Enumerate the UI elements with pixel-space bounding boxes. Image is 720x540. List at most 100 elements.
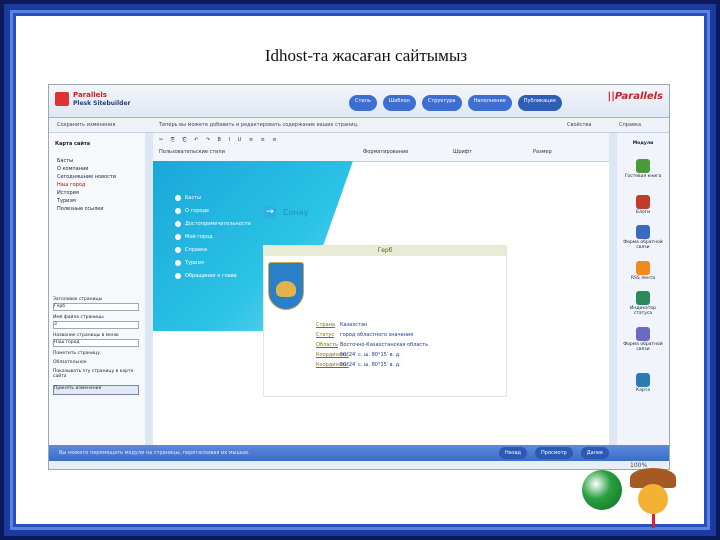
logo-mark-icon	[55, 92, 69, 106]
bullet-icon	[175, 233, 181, 240]
right-collapse-tab[interactable]	[609, 133, 617, 445]
slide: Idhost-та жасаған сайтымыз Parallels Ple…	[4, 4, 716, 536]
info-table: Страна Казахстан Статус город областного з…	[316, 322, 470, 372]
apply-changes-button[interactable]: Принять изменения	[53, 385, 139, 395]
rss-icon	[636, 261, 650, 275]
bullet-icon	[175, 194, 181, 201]
tree-item[interactable]: Полезные ссылки	[57, 205, 116, 213]
required-checkbox[interactable]: Обязательное	[53, 360, 139, 365]
site-nav-item: Туризм	[175, 256, 251, 269]
back-button[interactable]: Назад	[499, 447, 528, 459]
tree-item[interactable]: Туризм	[57, 197, 116, 205]
save-changes-button[interactable]: Сохранить изменения	[57, 122, 115, 128]
bullet-icon	[175, 272, 181, 279]
form-icon	[636, 327, 650, 341]
show-in-sitemap-checkbox[interactable]: Показывать эту страницу в карте сайта	[53, 369, 139, 379]
arrow-right-icon: →	[263, 205, 277, 219]
properties-button[interactable]: Свойства	[567, 122, 591, 128]
wizard-steps: Стиль Шаблон Структура Наполнение Публик…	[349, 95, 562, 111]
globe-icon	[582, 470, 622, 510]
page-properties: Заголовок страницы Герб Имя файла страни…	[53, 293, 139, 395]
preview-button[interactable]: Просмотр	[535, 447, 573, 459]
logo-line2: Plesk Sitebuilder	[73, 100, 131, 107]
status-text: Вы можете перемещать модули на страницы,…	[59, 450, 250, 456]
parallels-brand: ||Parallels	[607, 91, 663, 102]
blog-icon	[636, 195, 650, 209]
menu-name-label: Название страницы в меню	[53, 333, 119, 338]
info-row: Координаты 50°24′ с. ш. 80°15′ в. д.	[316, 352, 401, 358]
sitebuilder-screenshot: Parallels Plesk Sitebuilder Стиль Шаблон…	[48, 84, 670, 470]
character-leg	[652, 514, 655, 528]
step-template[interactable]: Шаблон	[382, 95, 416, 111]
site-nav-item: Обращение к главе	[175, 269, 251, 282]
tree-item-selected[interactable]: Наш город	[57, 181, 116, 189]
map-icon	[636, 373, 650, 387]
step-style[interactable]: Стиль	[349, 95, 377, 111]
next-button[interactable]: Далее	[580, 447, 610, 459]
size-select[interactable]: Размер	[533, 149, 552, 155]
tree-item[interactable]: Басты	[57, 157, 116, 165]
step-publish[interactable]: Публикация	[517, 95, 562, 111]
info-row: Область Восточно-Казахстанская область	[316, 342, 429, 348]
guestbook-icon	[636, 159, 650, 173]
module-rss[interactable]: RSS лента	[621, 261, 665, 281]
info-row: Страна Казахстан	[316, 322, 368, 328]
page-file-label: Имя файла страницы	[53, 315, 104, 320]
bullet-icon	[175, 207, 181, 214]
slide-title: Idhost-та жасаған сайтымыз	[264, 46, 468, 65]
site-nav-item: Справка	[175, 243, 251, 256]
site-nav-item: Мой город	[175, 230, 251, 243]
editor-toolbar: Пользовательские стили Форматирование Шр…	[153, 133, 609, 162]
page-editor: Пользовательские стили Форматирование Шр…	[153, 133, 609, 445]
camel-icon	[276, 281, 296, 297]
styles-select[interactable]: Пользовательские стили	[159, 149, 225, 155]
status-icon	[636, 291, 650, 305]
format-buttons[interactable]: ✂ ⎘ ⎗ ↶ ↷ B I U ≡ ≡ ≡	[159, 137, 280, 143]
step-structure[interactable]: Структура	[421, 95, 462, 111]
page-heading: → Сонау	[263, 205, 308, 219]
site-nav-item: Достопримечательности	[175, 217, 251, 230]
toolbar-hint: Теперь вы можете добавить и редактироват…	[159, 122, 359, 128]
info-row: Координаты 50°24′ с. ш. 80°15′ в. д.	[316, 362, 401, 368]
site-nav-item: Басты	[175, 191, 251, 204]
gerb-title: Герб	[264, 246, 506, 256]
logo-line1: Parallels	[73, 91, 107, 99]
left-collapse-tab[interactable]	[145, 133, 153, 445]
help-button[interactable]: Справка	[619, 122, 641, 128]
tree-item[interactable]: Сегодняшние новости	[57, 173, 116, 181]
page-heading-text: Сонау	[283, 207, 309, 217]
page-title-label: Заголовок страницы	[53, 297, 103, 302]
bottom-bar: Вы можете перемещать модули на страницы,…	[49, 445, 669, 461]
menu-name-input[interactable]: Наш город	[53, 339, 139, 347]
site-nav: Басты О городе Достопримечательности Мой…	[175, 191, 251, 282]
step-content[interactable]: Наполнение	[467, 95, 512, 111]
sitemap-tree: Басты О компании Сегодняшние новости Наш…	[57, 157, 116, 213]
bullet-icon	[175, 246, 181, 253]
page-title-input[interactable]: Герб	[53, 303, 139, 311]
site-nav-item: О городе	[175, 204, 251, 217]
tree-item[interactable]: О компании	[57, 165, 116, 173]
tree-item[interactable]: История	[57, 189, 116, 197]
module-map[interactable]: Карта	[621, 373, 665, 393]
top-bar: Parallels Plesk Sitebuilder Стиль Шаблон…	[49, 85, 669, 118]
module-form[interactable]: Форма обратной связи	[621, 327, 665, 352]
font-select[interactable]: Шрифт	[453, 149, 472, 155]
app-toolbar: Сохранить изменения Теперь вы можете доб…	[49, 118, 669, 133]
module-status[interactable]: Индикатор статуса	[621, 291, 665, 316]
format-select[interactable]: Форматирование	[363, 149, 408, 155]
coat-of-arms-block: Герб Страна Казахстан Статус город областн…	[263, 245, 507, 397]
sitemap-title: Карта сайта	[55, 141, 91, 147]
parallels-logo: Parallels Plesk Sitebuilder	[55, 89, 135, 113]
modules-panel: Модули Гостевая книга Блоги Форма обратн…	[617, 133, 669, 445]
info-row: Статус город областного значения	[316, 332, 414, 338]
mark-page-label: Пометить страницу	[53, 351, 100, 356]
module-guestbook[interactable]: Гостевая книга	[621, 159, 665, 179]
coat-of-arms-image	[268, 262, 304, 310]
module-blog[interactable]: Блоги	[621, 195, 665, 215]
modules-title: Модули	[632, 141, 654, 146]
nav-buttons: Назад Просмотр Далее	[499, 447, 610, 459]
bullet-icon	[175, 259, 181, 266]
module-feedback[interactable]: Форма обратной связи	[621, 225, 665, 250]
page-file-input[interactable]: 3	[53, 321, 139, 329]
site-preview[interactable]: Басты О городе Достопримечательности Мой…	[153, 161, 609, 445]
